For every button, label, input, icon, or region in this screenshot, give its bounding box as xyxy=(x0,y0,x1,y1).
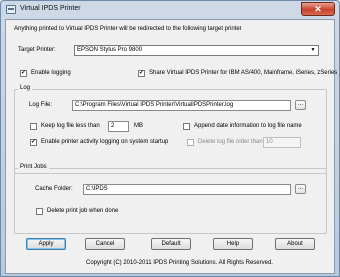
print-jobs-group-title: Print Jobs xyxy=(18,164,49,170)
dialog-client-area: Anything printed to Virtual IPDS Printer… xyxy=(5,19,338,274)
delete-old-log-label: Delete log file older than xyxy=(198,139,263,145)
target-printer-label: Target Printer: xyxy=(18,47,56,53)
title-bar[interactable]: Virtual IPDS Printer ✕ xyxy=(1,1,339,19)
log-file-input[interactable]: C:\Program Files\Virtual IPDS Printer\Vi… xyxy=(72,100,291,111)
printer-app-icon xyxy=(6,5,16,14)
enable-logging-checkbox[interactable]: ✓ xyxy=(20,70,27,77)
cache-folder-label: Cache Folder: xyxy=(35,186,73,192)
append-date-label: Append date information to log file name xyxy=(194,123,302,129)
help-button[interactable]: Help xyxy=(213,238,253,250)
default-button[interactable]: Default xyxy=(151,238,191,250)
delete-job-label: Delete print job when done xyxy=(47,208,119,214)
keep-log-size-value: 2 xyxy=(111,123,115,129)
keep-log-size-input[interactable]: 2 xyxy=(108,121,129,132)
ellipsis-icon: ... xyxy=(297,185,303,191)
delete-old-log-checkbox[interactable] xyxy=(187,139,194,146)
delete-old-log-value: 10 xyxy=(266,139,273,145)
keep-log-size-label: Keep log file less than xyxy=(41,123,100,129)
cancel-button[interactable]: Cancel xyxy=(85,238,125,250)
delete-job-checkbox[interactable] xyxy=(36,208,43,215)
print-jobs-group xyxy=(14,168,327,234)
share-printer-label: Share Virtual IPDS Printer for IBM AS/40… xyxy=(149,70,338,76)
delete-old-log-input[interactable]: 10 xyxy=(263,137,301,148)
close-button[interactable]: ✕ xyxy=(301,2,335,16)
ellipsis-icon: ... xyxy=(297,101,303,107)
log-file-value: C:\Program Files\Virtual IPDS Printer\Vi… xyxy=(75,102,234,108)
log-file-label: Log File: xyxy=(29,102,53,108)
enable-activity-logging-checkbox[interactable]: ✓ xyxy=(30,139,37,146)
check-icon: ✓ xyxy=(31,139,37,145)
log-file-browse-button[interactable]: ... xyxy=(295,100,306,110)
intro-text: Anything printed to Virtual IPDS Printer… xyxy=(14,26,242,32)
keep-log-size-checkbox[interactable] xyxy=(30,123,37,130)
cache-folder-input[interactable]: C:\IPDS xyxy=(83,184,291,195)
enable-activity-logging-label: Enable printer activity logging on syste… xyxy=(41,139,169,145)
enable-logging-label: Enable logging xyxy=(31,70,71,76)
copyright-text: Copyright (C) 2010-2011 IPDS Printing So… xyxy=(86,260,273,266)
keep-log-size-unit: MB xyxy=(134,123,143,129)
apply-button[interactable]: Apply xyxy=(26,238,66,250)
check-icon: ✓ xyxy=(139,70,145,76)
cache-folder-value: C:\IPDS xyxy=(86,186,108,192)
target-printer-value: EPSON Stylus Pro 9800 xyxy=(77,47,143,53)
close-icon: ✕ xyxy=(314,4,322,14)
log-group-title: Log xyxy=(18,85,33,91)
about-button[interactable]: About xyxy=(275,238,315,250)
target-printer-select[interactable]: EPSON Stylus Pro 9800 ▼ xyxy=(74,45,319,56)
cache-folder-browse-button[interactable]: ... xyxy=(295,184,306,194)
chevron-down-icon: ▼ xyxy=(310,47,316,53)
window-title: Virtual IPDS Printer xyxy=(20,5,81,12)
append-date-checkbox[interactable] xyxy=(183,123,190,130)
share-printer-checkbox[interactable]: ✓ xyxy=(138,70,145,77)
check-icon: ✓ xyxy=(21,70,27,76)
app-window: Virtual IPDS Printer ✕ Anything printed … xyxy=(0,0,340,277)
